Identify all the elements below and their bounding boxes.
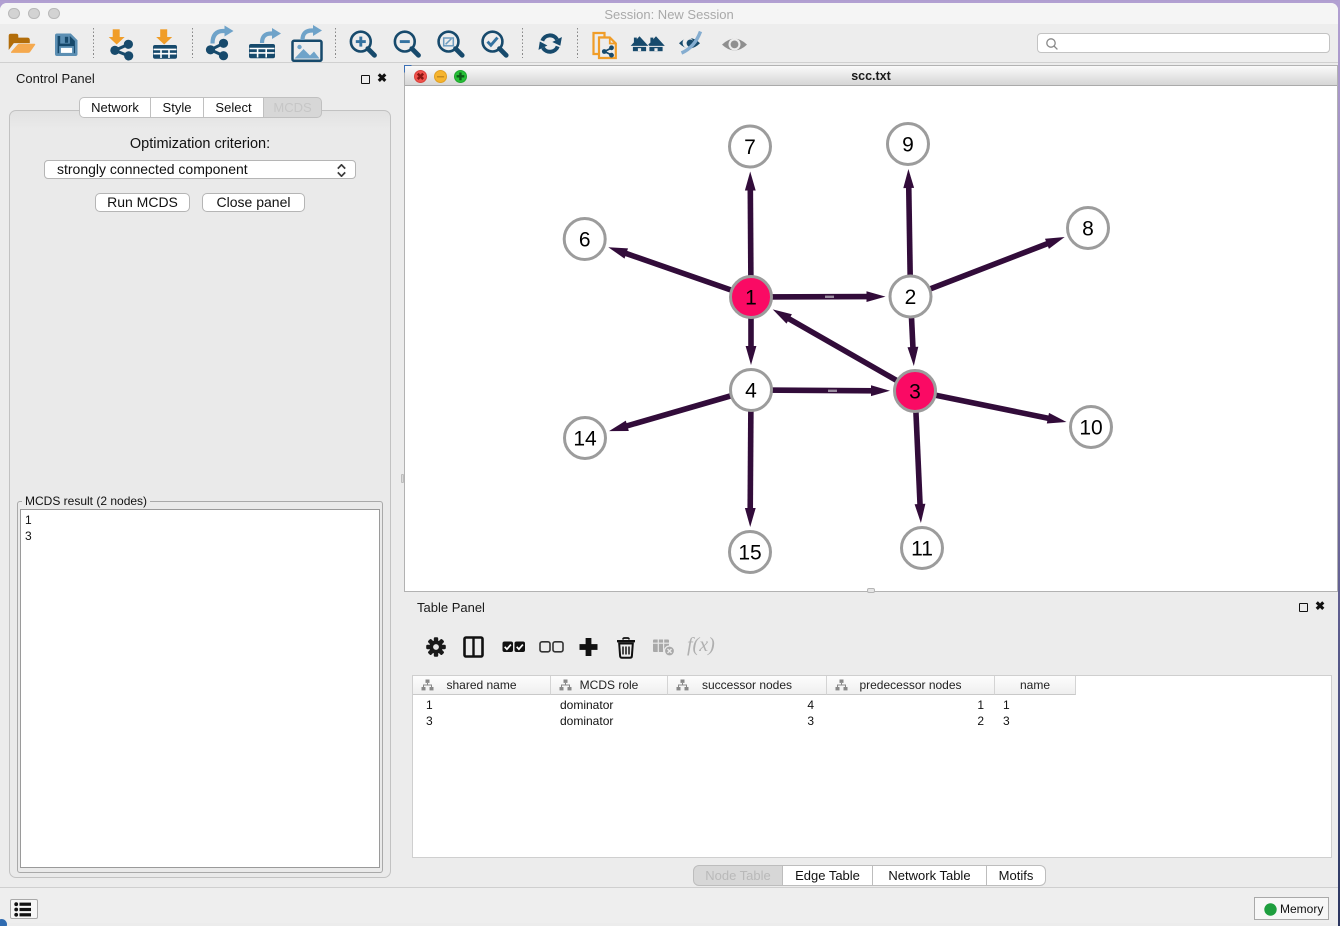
svg-text:2: 2 [905, 286, 917, 309]
svg-text:3: 3 [909, 381, 921, 404]
svg-text:10: 10 [1079, 417, 1102, 440]
svg-text:8: 8 [1082, 218, 1094, 241]
svg-text:6: 6 [579, 229, 591, 252]
svg-text:14: 14 [573, 428, 597, 451]
svg-text:7: 7 [744, 136, 756, 159]
svg-text:1: 1 [745, 287, 757, 310]
svg-text:4: 4 [745, 380, 757, 403]
svg-text:15: 15 [738, 542, 761, 565]
svg-text:9: 9 [902, 134, 914, 157]
svg-text:11: 11 [911, 538, 933, 561]
